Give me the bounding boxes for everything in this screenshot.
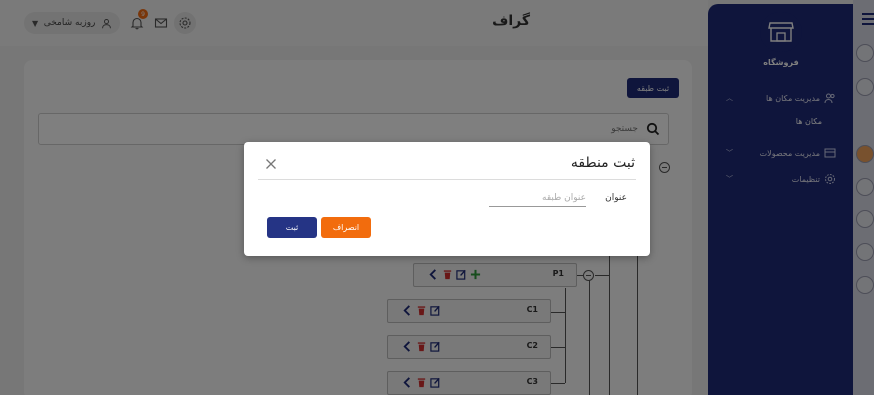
submit-button[interactable]: ثبت: [267, 217, 317, 238]
divider: [258, 179, 636, 180]
dialog-title: ثبت منطقه: [570, 155, 635, 171]
title-field-label: عنوان: [605, 193, 627, 203]
close-icon[interactable]: [265, 158, 277, 170]
cancel-button[interactable]: انصراف: [321, 217, 371, 238]
title-input[interactable]: [489, 189, 586, 207]
add-zone-dialog: ثبت منطقه عنوان انصراف ثبت: [244, 142, 650, 256]
